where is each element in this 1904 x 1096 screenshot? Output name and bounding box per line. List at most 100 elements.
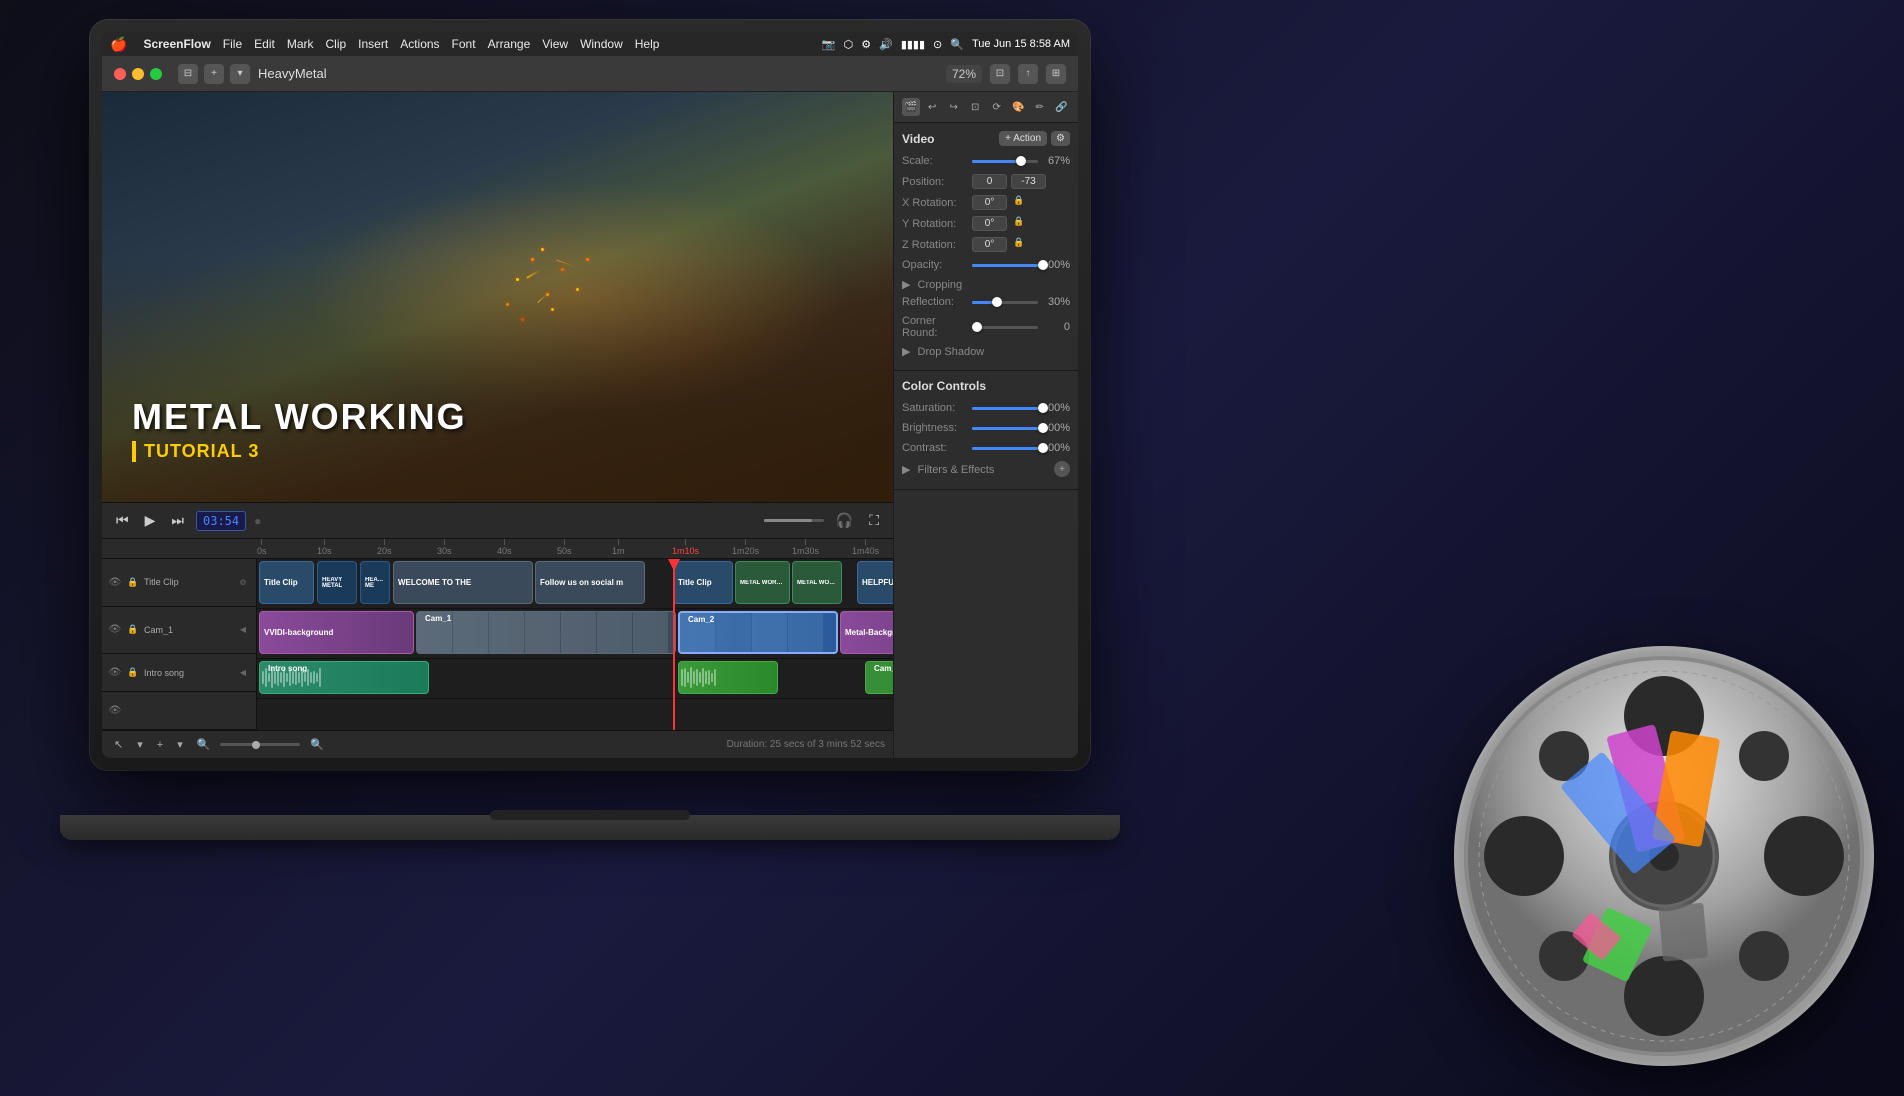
clip-title-follow[interactable]: Follow us on social m xyxy=(535,561,645,604)
track-lock-title[interactable]: 🔒 xyxy=(126,575,140,589)
add-track-btn[interactable]: + xyxy=(153,737,167,753)
panel-icon-edit[interactable]: ✏ xyxy=(1031,98,1049,116)
clip-title-1[interactable]: Title Clip xyxy=(259,561,314,604)
panel-icon-undo[interactable]: ↩ xyxy=(924,98,942,116)
y-rotation-input[interactable] xyxy=(972,216,1007,231)
add-dropdown-icon[interactable]: ▾ xyxy=(230,64,250,84)
z-rotation-input[interactable] xyxy=(972,237,1007,252)
panel-toggle-icon[interactable]: ⊞ xyxy=(1046,64,1066,84)
menubar-actions[interactable]: Actions xyxy=(400,37,439,51)
track-settings-video[interactable]: ◀ xyxy=(236,623,250,637)
ruler-mark-1m30s: 1m30s xyxy=(792,539,819,556)
scale-slider[interactable] xyxy=(972,154,1038,168)
ruler-mark-1m20s: 1m20s xyxy=(732,539,759,556)
menubar-mark[interactable]: Mark xyxy=(287,37,314,51)
y-rotation-lock[interactable]: 🔒 xyxy=(1013,216,1024,231)
clip-intro-song[interactable]: Intro song xyxy=(259,661,429,694)
sidebar-toggle-icon[interactable]: ⊟ xyxy=(178,64,198,84)
filters-toggle[interactable]: ▶ Filters & Effects + xyxy=(902,461,1070,477)
track-lock-audio[interactable]: 🔒 xyxy=(126,666,140,680)
position-y-input[interactable] xyxy=(1011,174,1046,189)
fit-icon[interactable]: ⊡ xyxy=(990,64,1010,84)
clip-title-heavy1[interactable]: HEAVYMETAL xyxy=(317,561,357,604)
volume-slider[interactable] xyxy=(764,519,824,522)
panel-icon-color[interactable]: 🎨 xyxy=(1010,98,1028,116)
clip-title-metalworking1[interactable]: METAL WORKING xyxy=(735,561,790,604)
menubar-font[interactable]: Font xyxy=(452,37,476,51)
playhead[interactable] xyxy=(673,559,675,730)
timecode-display[interactable]: 03:54 xyxy=(196,511,246,531)
track-lock-video[interactable]: 🔒 xyxy=(126,623,140,637)
menubar-view[interactable]: View xyxy=(542,37,568,51)
action-button[interactable]: + Action xyxy=(999,131,1047,146)
corner-round-row: Corner Round: 0 xyxy=(902,315,1070,339)
panel-icon-crop[interactable]: ⊡ xyxy=(967,98,985,116)
menubar-app[interactable]: ScreenFlow xyxy=(143,37,210,51)
clip-vvidi[interactable]: VVIDI-background xyxy=(259,611,414,654)
zoom-out-btn[interactable]: 🔍 xyxy=(193,736,215,753)
apple-menu[interactable]: 🍎 xyxy=(110,36,127,53)
panel-icon-motion[interactable]: ⟳ xyxy=(988,98,1006,116)
fullscreen-icon[interactable]: ⛶ xyxy=(865,510,883,531)
panel-icon-video[interactable]: 🎬 xyxy=(902,98,920,116)
laptop-container: 🍎 ScreenFlow File Edit Mark Clip Insert … xyxy=(90,20,1190,840)
clip-cam2[interactable]: Cam_2 xyxy=(678,611,838,654)
opacity-slider[interactable] xyxy=(972,258,1038,272)
panel-icon-link[interactable]: 🔗 xyxy=(1053,98,1071,116)
window-title: HeavyMetal xyxy=(258,66,327,81)
clip-title-helpful[interactable]: HELPFUL HOW-TO xyxy=(857,561,893,604)
x-rotation-input[interactable] xyxy=(972,195,1007,210)
track-visibility-blank[interactable]: 👁 xyxy=(108,704,122,718)
fullscreen-button[interactable] xyxy=(150,68,162,80)
clip-cam1[interactable]: Cam_1 xyxy=(416,611,676,654)
zoom-display[interactable]: 72% xyxy=(946,65,982,83)
cropping-toggle[interactable]: ▶ Cropping xyxy=(902,278,1070,291)
track-lock-blank[interactable] xyxy=(126,704,140,718)
tool-dropdown[interactable]: ▾ xyxy=(133,736,147,753)
zoom-slider[interactable] xyxy=(220,743,300,746)
close-button[interactable] xyxy=(114,68,126,80)
track-options[interactable]: ▾ xyxy=(173,736,187,753)
menubar-status-area: 📷 ⬡ ⚙ 🔊 ▮▮▮▮ ⊙ 🔍 Tue Jun 15 8:58 AM xyxy=(822,38,1070,51)
clip-title-welcome[interactable]: WELCOME TO THE xyxy=(393,561,533,604)
clip-title-2[interactable]: Title Clip xyxy=(673,561,733,604)
fast-forward-button[interactable]: ⏭ xyxy=(167,510,188,531)
drop-shadow-toggle[interactable]: ▶ Drop Shadow xyxy=(902,345,1070,358)
menubar-edit[interactable]: Edit xyxy=(254,37,275,51)
clip-audio-green[interactable] xyxy=(678,661,778,694)
corner-round-slider[interactable] xyxy=(972,320,1038,334)
menubar-clip[interactable]: Clip xyxy=(326,37,347,51)
minimize-button[interactable] xyxy=(132,68,144,80)
x-rotation-lock[interactable]: 🔒 xyxy=(1013,195,1024,210)
z-rotation-lock[interactable]: 🔒 xyxy=(1013,237,1024,252)
saturation-slider[interactable] xyxy=(972,401,1038,415)
pointer-tool[interactable]: ↖ xyxy=(110,736,127,753)
video-gear-button[interactable]: ⚙ xyxy=(1051,131,1070,146)
menubar-search-icon[interactable]: 🔍 xyxy=(950,38,964,51)
rewind-button[interactable]: ⏮ xyxy=(112,510,133,531)
position-x-input[interactable] xyxy=(972,174,1007,189)
export-icon[interactable]: ↑ xyxy=(1018,64,1038,84)
track-visibility-video[interactable]: 👁 xyxy=(108,623,122,637)
clip-cam3[interactable]: Cam_3 xyxy=(865,661,893,694)
track-volume-audio[interactable]: ◀ xyxy=(236,666,250,680)
contrast-slider[interactable] xyxy=(972,441,1038,455)
brightness-slider[interactable] xyxy=(972,421,1038,435)
clip-title-metalworking2[interactable]: METAL WORK xyxy=(792,561,842,604)
menubar-window[interactable]: Window xyxy=(580,37,623,51)
clip-title-heavy2[interactable]: HEAVYME xyxy=(360,561,390,604)
track-settings-title[interactable]: ⚙ xyxy=(236,575,250,589)
clip-metal-bg[interactable]: Metal-Background xyxy=(840,611,893,654)
menubar-insert[interactable]: Insert xyxy=(358,37,388,51)
menubar-arrange[interactable]: Arrange xyxy=(488,37,531,51)
menubar-help[interactable]: Help xyxy=(635,37,660,51)
menubar-file[interactable]: File xyxy=(223,37,242,51)
add-icon[interactable]: + xyxy=(204,64,224,84)
person-silhouette xyxy=(102,256,893,502)
reflection-slider[interactable] xyxy=(972,295,1038,309)
track-visibility-title[interactable]: 👁 xyxy=(108,575,122,589)
track-visibility-audio[interactable]: 👁 xyxy=(108,666,122,680)
panel-icon-redo[interactable]: ↪ xyxy=(945,98,963,116)
zoom-in-btn[interactable]: 🔍 xyxy=(306,736,328,753)
play-button[interactable]: ▶ xyxy=(141,510,160,531)
